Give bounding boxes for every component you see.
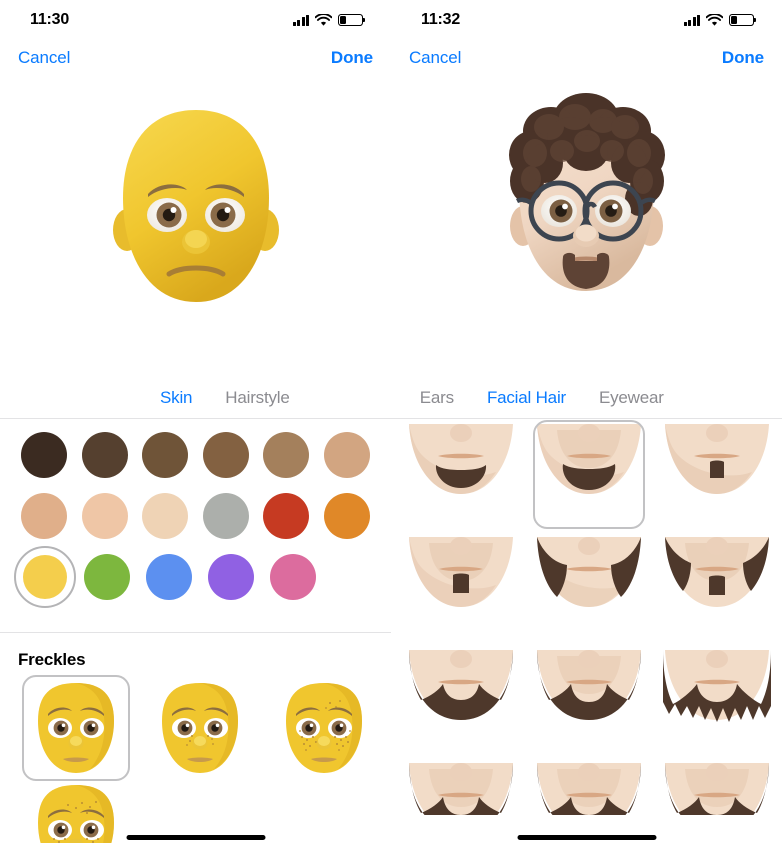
selection-frame: [661, 533, 773, 642]
color-swatch[interactable]: [14, 491, 75, 541]
memoji-bald-yellow: [112, 110, 279, 302]
status-bar: 11:30: [0, 0, 391, 40]
color-swatch[interactable]: [200, 552, 262, 602]
freckle-option-full[interactable]: [14, 783, 138, 843]
color-swatch[interactable]: [262, 552, 324, 602]
facial-hair-screen: 11:32 Cancel Done Ears Facial Hair Eyewe…: [391, 0, 782, 850]
freckle-option-none[interactable]: [14, 673, 138, 783]
color-row-2: [14, 491, 377, 541]
home-indicator: [126, 835, 265, 840]
home-indicator: [517, 835, 656, 840]
facial-hair-option-goatee-round[interactable]: [525, 418, 653, 531]
freckles-divider: [0, 632, 391, 633]
facial-hair-option-long-beard[interactable]: [653, 644, 781, 757]
skin-color-palette: [0, 430, 391, 613]
color-swatch[interactable]: [135, 491, 196, 541]
cancel-button[interactable]: Cancel: [18, 48, 70, 68]
done-button[interactable]: Done: [331, 48, 373, 68]
color-swatch[interactable]: [256, 430, 317, 480]
nav-bar: Cancel Done: [0, 40, 391, 76]
selection-frame: [270, 675, 378, 781]
status-bar: 11:32: [391, 0, 782, 40]
selection-frame: [533, 420, 645, 529]
facial-hair-option-soul-patch[interactable]: [653, 418, 781, 531]
facial-hair-option-full-beard[interactable]: [525, 644, 653, 757]
cellular-signal-icon: [292, 14, 309, 26]
selection-frame: [533, 759, 645, 813]
status-time: 11:30: [30, 11, 70, 28]
selection-frame: [405, 420, 517, 529]
wifi-icon: [706, 13, 723, 27]
color-swatch[interactable]: [138, 552, 200, 602]
selection-frame: [22, 785, 130, 841]
color-swatch[interactable]: [317, 491, 378, 541]
selection-frame: [661, 646, 773, 755]
status-icons: [683, 13, 757, 27]
color-swatch[interactable]: [196, 491, 257, 541]
color-swatch[interactable]: [14, 430, 75, 480]
tab-skin[interactable]: Skin: [160, 388, 192, 408]
tab-facial-hair[interactable]: Facial Hair: [487, 388, 566, 408]
selection-frame: [22, 675, 130, 781]
avatar-preview: [391, 76, 782, 381]
facial-hair-option-beard-round-a[interactable]: [397, 757, 525, 815]
freckles-grid: [14, 673, 391, 843]
facial-hair-option-chin-curtain[interactable]: [653, 531, 781, 644]
cellular-signal-icon: [683, 14, 700, 26]
tab-bar-skin: Skin Hairstyle: [0, 378, 391, 418]
selection-frame: [661, 420, 773, 529]
wifi-icon: [315, 13, 332, 27]
color-swatch-selected[interactable]: [14, 552, 76, 602]
tab-hairstyle[interactable]: Hairstyle: [225, 388, 290, 408]
color-row-3: [14, 552, 377, 602]
freckle-option-heavy[interactable]: [262, 673, 386, 783]
facial-hair-option-goatee-wide[interactable]: [397, 418, 525, 531]
color-swatch[interactable]: [75, 430, 136, 480]
facial-hair-option-chinstrap[interactable]: [525, 531, 653, 644]
nav-bar: Cancel Done: [391, 40, 782, 76]
skin-screen: 11:30 Cancel Done Skin Hairstyle Freckle…: [0, 0, 391, 850]
facial-hair-grid: [397, 418, 782, 815]
selection-frame: [533, 646, 645, 755]
facial-hair-option-beard-round-c[interactable]: [653, 757, 781, 815]
selection-frame: [661, 759, 773, 813]
freckles-section-title: Freckles: [18, 650, 86, 669]
tab-bar-facial-hair: th Ears Facial Hair Eyewear: [391, 378, 782, 418]
color-row-1: [14, 430, 377, 480]
color-swatch[interactable]: [135, 430, 196, 480]
battery-icon: [729, 14, 757, 26]
color-swatch[interactable]: [256, 491, 317, 541]
selection-frame: [405, 533, 517, 642]
cancel-button[interactable]: Cancel: [409, 48, 461, 68]
color-swatch[interactable]: [317, 430, 378, 480]
color-swatch[interactable]: [75, 491, 136, 541]
selection-frame: [533, 533, 645, 642]
facial-hair-option-short-beard[interactable]: [397, 644, 525, 757]
dual-screenshot: 11:30 Cancel Done Skin Hairstyle Freckle…: [0, 0, 782, 850]
memoji-curly-glasses-goatee: [509, 93, 665, 291]
status-time: 11:32: [421, 11, 461, 28]
selection-frame: [146, 675, 254, 781]
color-swatch[interactable]: [76, 552, 138, 602]
color-swatch[interactable]: [196, 430, 257, 480]
freckle-option-light[interactable]: [138, 673, 262, 783]
facial-hair-option-beard-round-b[interactable]: [525, 757, 653, 815]
facial-hair-option-soul-patch-wide[interactable]: [397, 531, 525, 644]
tab-ears[interactable]: Ears: [420, 388, 454, 408]
status-icons: [292, 13, 366, 27]
avatar-preview: [0, 76, 391, 381]
done-button[interactable]: Done: [722, 48, 764, 68]
selection-frame: [405, 759, 517, 813]
tab-eyewear[interactable]: Eyewear: [599, 388, 664, 408]
selection-frame: [405, 646, 517, 755]
battery-icon: [338, 14, 366, 26]
tabbar-divider: [0, 418, 391, 419]
